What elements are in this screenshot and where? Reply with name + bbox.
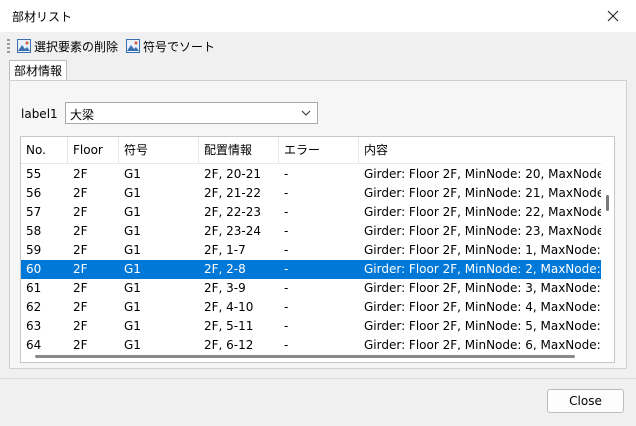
vertical-scrollbar[interactable] [602, 137, 614, 347]
table-cell: 2F, 4-10 [204, 300, 254, 314]
table-cell: 2F [73, 205, 88, 219]
column-header[interactable]: 配置情報 [199, 137, 279, 163]
table-cell: - [284, 319, 289, 333]
table-row[interactable]: 58 2F G1 2F, 23-24 - Girder: Floor 2F, MinNod… [21, 222, 601, 241]
table-cell: Girder: Floor 2F, MinNode: 22, MaxNode [364, 205, 601, 219]
footer-divider [0, 378, 636, 379]
table-cell: - [284, 167, 289, 181]
column-header[interactable]: エラー [279, 137, 359, 163]
table-cell: G1 [124, 243, 141, 257]
table-cell: G1 [124, 262, 141, 276]
table-cell: 2F, 22-23 [204, 205, 262, 219]
table-cell: 57 [26, 205, 42, 219]
table-row[interactable]: 63 2F G1 2F, 5-11 - Girder: Floor 2F, MinNode… [21, 317, 601, 336]
table-cell: - [284, 186, 289, 200]
table-cell: 2F [73, 319, 88, 333]
title-bar: 部材リスト [0, 0, 636, 32]
table-cell: 2F [73, 186, 88, 200]
table-cell: - [284, 281, 289, 295]
table-row[interactable]: 62 2F G1 2F, 4-10 - Girder: Floor 2F, MinNode… [21, 298, 601, 317]
table-row[interactable]: 55 2F G1 2F, 20-21 - Girder: Floor 2F, MinNod… [21, 165, 601, 184]
table-cell: 2F, 5-11 [204, 319, 254, 333]
table-cell: 63 [26, 319, 42, 333]
toolbar-grip[interactable] [7, 39, 10, 53]
table-cell: 61 [26, 281, 42, 295]
table-cell: G1 [124, 205, 141, 219]
sort-by-code-label: 符号でソート [143, 39, 216, 54]
close-button[interactable]: Close [547, 389, 624, 413]
member-type-value: 大梁 [70, 108, 95, 122]
table-cell: Girder: Floor 2F, MinNode: 3, MaxNode: [364, 281, 601, 295]
table-row[interactable]: 59 2F G1 2F, 1-7 - Girder: Floor 2F, MinNode:… [21, 241, 601, 260]
table-cell: Girder: Floor 2F, MinNode: 2, MaxNode: [364, 262, 601, 276]
picture-icon [126, 39, 140, 53]
table-cell: Girder: Floor 2F, MinNode: 20, MaxNode [364, 167, 601, 181]
window-title: 部材リスト [12, 10, 73, 24]
table-cell: 2F [73, 300, 88, 314]
table-cell: 58 [26, 224, 42, 238]
table-cell: G1 [124, 224, 141, 238]
table-cell: 2F [73, 281, 88, 295]
table-cell: Girder: Floor 2F, MinNode: 4, MaxNode: [364, 300, 601, 314]
table-cell: - [284, 224, 289, 238]
close-icon[interactable] [590, 0, 636, 32]
tab-panel: label1 大梁 No. Floor 符号 配置情報 エラー 内容 55 2F G… [9, 80, 627, 369]
horizontal-scroll-thumb[interactable] [35, 355, 575, 358]
horizontal-scrollbar[interactable] [21, 350, 601, 362]
column-header[interactable]: No. [21, 137, 68, 163]
dialog-window: 部材リスト 選択要素の削除 符号でソート 部材情報 label1 大梁 No. … [0, 0, 636, 426]
table-cell: - [284, 205, 289, 219]
chevron-down-icon [301, 110, 311, 116]
table-cell: 56 [26, 186, 42, 200]
table-cell: G1 [124, 300, 141, 314]
table-cell: 2F [73, 243, 88, 257]
toolbar: 選択要素の削除 符号でソート [0, 34, 636, 58]
table-cell: 55 [26, 167, 42, 181]
table-cell: 2F, 1-7 [204, 243, 246, 257]
table-cell: 2F [73, 262, 88, 276]
table-cell: 60 [26, 262, 42, 276]
table-cell: Girder: Floor 2F, MinNode: 21, MaxNode [364, 186, 601, 200]
table-cell: G1 [124, 186, 141, 200]
table-cell: - [284, 243, 289, 257]
table-cell: 62 [26, 300, 42, 314]
tab-member-info[interactable]: 部材情報 [9, 60, 68, 81]
table-header: No. Floor 符号 配置情報 エラー 内容 [21, 137, 601, 164]
picture-icon [17, 39, 31, 53]
delete-selected-button[interactable]: 選択要素の削除 [17, 37, 118, 55]
table-row[interactable]: 61 2F G1 2F, 3-9 - Girder: Floor 2F, MinNode:… [21, 279, 601, 298]
table-cell: 59 [26, 243, 42, 257]
table-cell: 2F, 23-24 [204, 224, 262, 238]
member-table[interactable]: No. Floor 符号 配置情報 エラー 内容 55 2F G1 2F, 20-21… [20, 136, 615, 363]
table-cell: Girder: Floor 2F, MinNode: 5, MaxNode: [364, 319, 601, 333]
column-header[interactable]: Floor [68, 137, 119, 163]
column-header[interactable]: 内容 [359, 137, 601, 163]
table-cell: 2F, 3-9 [204, 281, 246, 295]
table-cell: - [284, 262, 289, 276]
table-cell: 2F [73, 167, 88, 181]
table-row[interactable]: 60 2F G1 2F, 2-8 - Girder: Floor 2F, MinNode:… [21, 260, 601, 279]
column-header[interactable]: 符号 [119, 137, 199, 163]
table-cell: Girder: Floor 2F, MinNode: 23, MaxNode [364, 224, 601, 238]
table-cell: 2F, 2-8 [204, 262, 246, 276]
table-cell: 2F [73, 224, 88, 238]
delete-selected-label: 選択要素の削除 [34, 39, 119, 54]
table-cell: G1 [124, 281, 141, 295]
table-row[interactable]: 56 2F G1 2F, 21-22 - Girder: Floor 2F, MinNod… [21, 184, 601, 203]
member-type-select[interactable]: 大梁 [65, 102, 318, 124]
filter-label: label1 [21, 107, 58, 121]
table-cell: 2F, 20-21 [204, 167, 262, 181]
tab-strip: 部材情報 [0, 60, 636, 82]
sort-by-code-button[interactable]: 符号でソート [126, 37, 215, 55]
table-cell: 2F, 21-22 [204, 186, 262, 200]
table-cell: - [284, 300, 289, 314]
vertical-scroll-thumb[interactable] [606, 195, 609, 211]
table-cell: Girder: Floor 2F, MinNode: 1, MaxNode: [364, 243, 601, 257]
table-cell: G1 [124, 319, 141, 333]
table-cell: G1 [124, 167, 141, 181]
table-row[interactable]: 57 2F G1 2F, 22-23 - Girder: Floor 2F, MinNod… [21, 203, 601, 222]
